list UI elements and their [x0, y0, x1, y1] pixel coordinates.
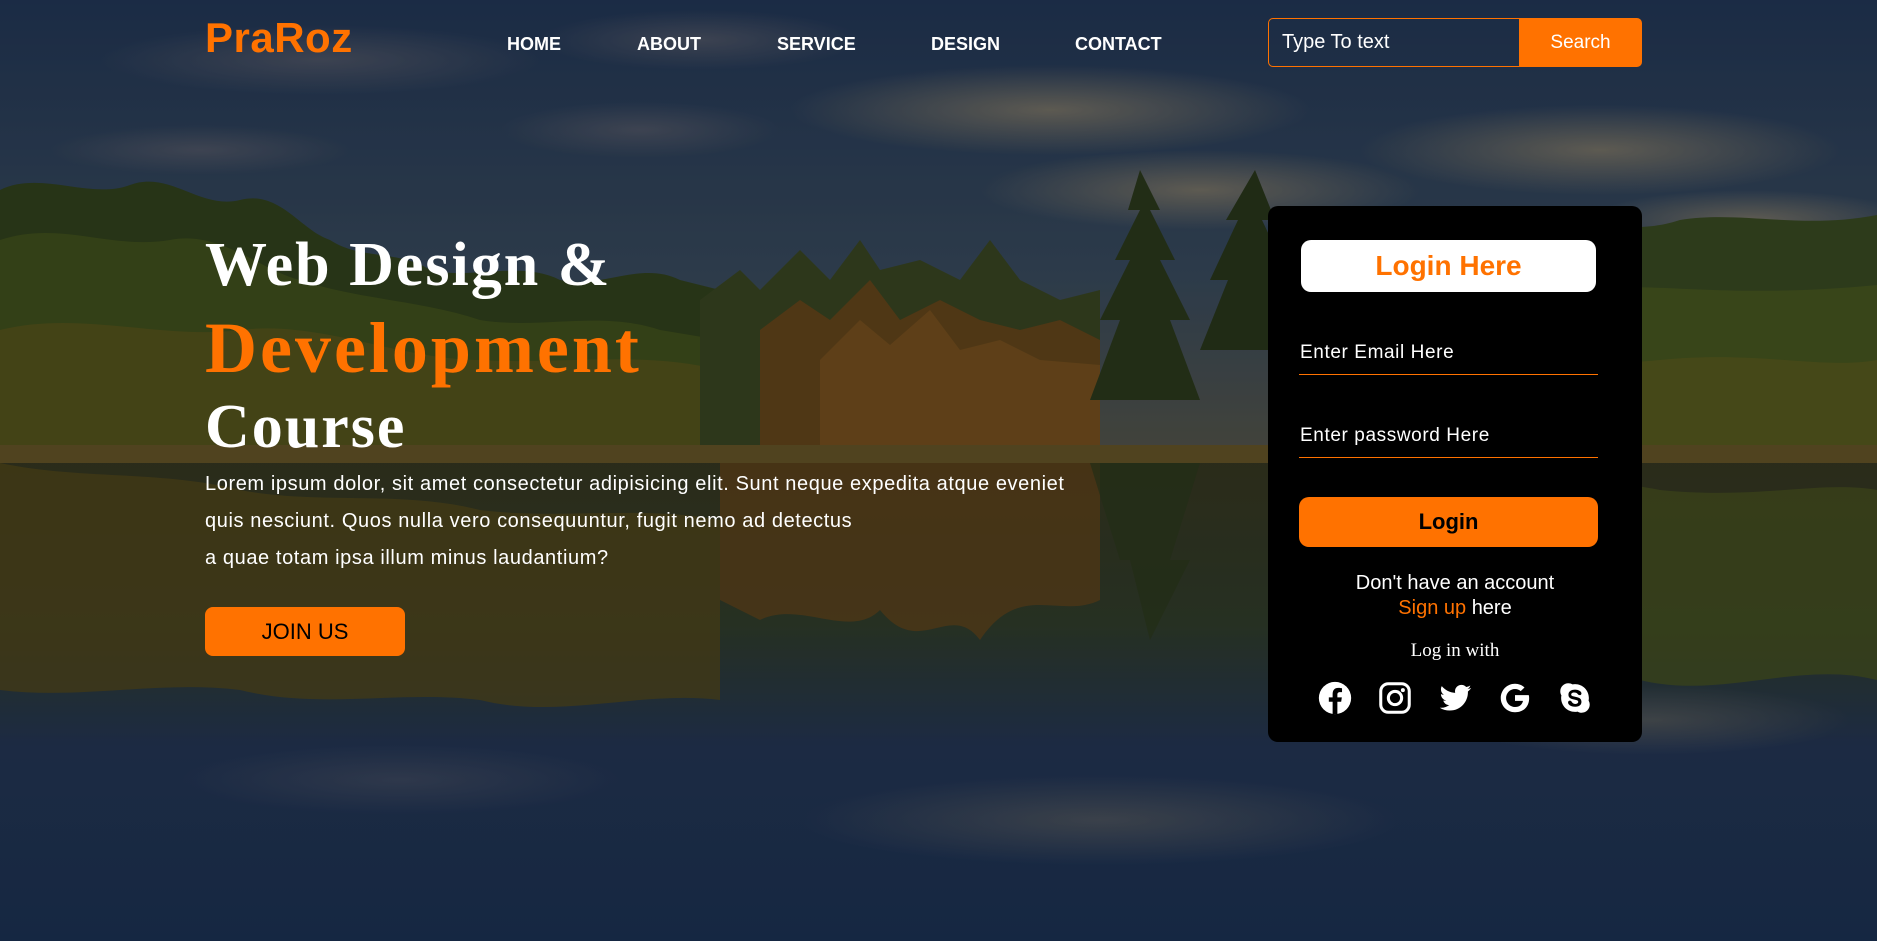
join-us-button[interactable]: JOIN US [205, 607, 405, 656]
password-field[interactable] [1299, 414, 1598, 458]
search-button[interactable]: Search [1519, 18, 1642, 67]
signup-prompt: Don't have an account Sign up here [1268, 571, 1642, 621]
hero-description: Lorem ipsum dolor, sit amet consectetur … [205, 466, 1155, 577]
no-account-text: Don't have an account [1355, 572, 1555, 594]
twitter-icon[interactable] [1436, 679, 1474, 717]
login-with-label: Log in with [1410, 640, 1500, 661]
hero-title-highlight: Development [205, 308, 642, 388]
google-icon[interactable] [1496, 679, 1534, 717]
signup-suffix: here [1471, 597, 1512, 619]
hero-title-line-3: Course [205, 393, 407, 461]
hero-title-line-1: Web Design & [205, 231, 612, 299]
nav-item-service[interactable]: SERVICE [777, 34, 856, 55]
landing-page: PraRoz HOME ABOUT SERVICE DESIGN CONTACT… [0, 0, 1877, 941]
signup-link[interactable]: Sign up [1398, 597, 1466, 619]
skype-icon[interactable] [1556, 679, 1594, 717]
login-title: Login Here [1301, 240, 1596, 292]
nav-item-about[interactable]: ABOUT [637, 34, 701, 55]
login-card: Login Here Login Don't have an account S… [1268, 206, 1642, 742]
hero-description-line: quis nesciunt. Quos nulla vero consequun… [205, 510, 853, 532]
instagram-icon[interactable] [1376, 679, 1414, 717]
email-field[interactable] [1299, 331, 1598, 375]
login-button[interactable]: Login [1299, 497, 1598, 547]
search-input[interactable] [1268, 18, 1519, 67]
nav-item-design[interactable]: DESIGN [931, 34, 1000, 55]
social-login-icons [1316, 679, 1596, 719]
search-bar: Search [1268, 18, 1642, 67]
nav-item-home[interactable]: HOME [507, 34, 561, 55]
hero-description-line: a quae totam ipsa illum minus laudantium… [205, 547, 609, 569]
facebook-icon[interactable] [1316, 679, 1354, 717]
nav-item-contact[interactable]: CONTACT [1075, 34, 1162, 55]
hero-description-line: Lorem ipsum dolor, sit amet consectetur … [205, 473, 1065, 495]
